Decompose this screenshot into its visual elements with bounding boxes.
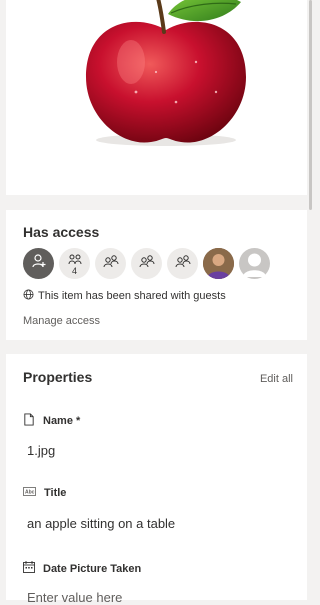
properties-card: Properties Edit all Name * 1.jpg Abc Tit… [6, 354, 307, 605]
globe-icon [23, 289, 34, 303]
guest-sharing-notice: This item has been shared with guests [23, 289, 226, 303]
people-icon [139, 254, 155, 273]
calendar-icon [23, 561, 35, 576]
text-field-icon: Abc [23, 487, 36, 499]
name-field-value[interactable]: 1.jpg [27, 443, 55, 458]
group-avatar[interactable] [95, 248, 126, 279]
people-icon [175, 254, 191, 273]
group-avatar[interactable] [131, 248, 162, 279]
add-person-icon [31, 253, 47, 274]
user-photo-avatar[interactable] [203, 248, 234, 279]
group-count: 4 [71, 266, 77, 276]
panel-scroll-track[interactable] [307, 0, 313, 600]
access-heading: Has access [23, 224, 100, 240]
document-icon [23, 413, 35, 429]
access-card: Has access 4 This item has been shared w… [6, 210, 307, 340]
guest-notice-text: This item has been shared with guests [38, 290, 226, 302]
scrollbar-thumb[interactable] [309, 0, 312, 210]
people-icon [103, 254, 119, 273]
edit-all-button[interactable]: Edit all [260, 373, 293, 385]
properties-heading: Properties [23, 369, 93, 385]
add-people-button[interactable] [23, 248, 54, 279]
svg-text:Abc: Abc [25, 490, 35, 496]
date-field-label: Date Picture Taken [23, 561, 141, 576]
access-avatars: 4 [23, 248, 293, 280]
image-preview-card [6, 0, 307, 195]
date-field-input[interactable]: Enter value here [27, 590, 122, 605]
group-access-avatar[interactable]: 4 [59, 248, 90, 279]
apple-image [76, 0, 256, 152]
title-field-value[interactable]: an apple sitting on a table [27, 516, 175, 531]
user-placeholder-avatar[interactable] [239, 248, 270, 279]
manage-access-link[interactable]: Manage access [23, 315, 100, 327]
name-field-label: Name * [23, 413, 80, 429]
group-avatar[interactable] [167, 248, 198, 279]
title-field-label: Abc Title [23, 487, 67, 499]
